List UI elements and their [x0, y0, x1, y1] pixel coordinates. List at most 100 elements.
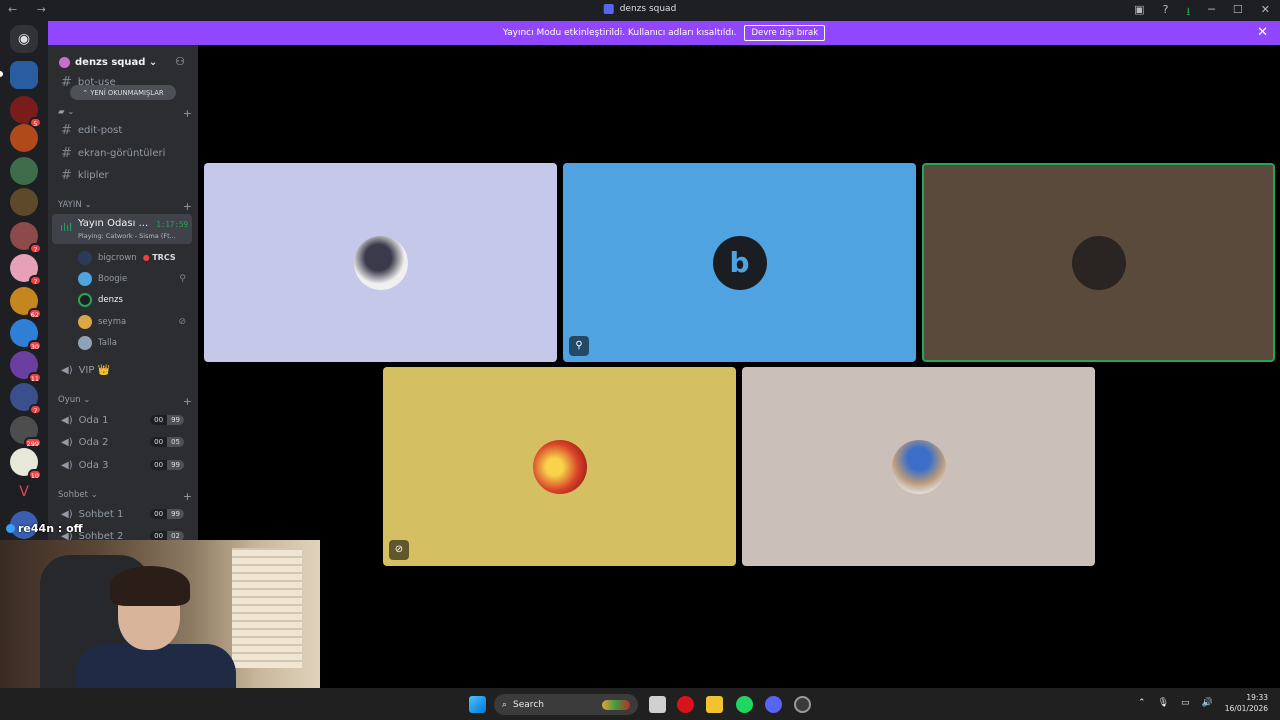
monitor-icon[interactable]: ▭: [1181, 698, 1190, 708]
server-icon: [59, 56, 70, 68]
background-window: [232, 548, 302, 668]
chevron-up-icon[interactable]: ⌃: [1138, 698, 1146, 708]
search-highlight-icon: [602, 699, 630, 710]
stream-icon: ⚲: [179, 273, 186, 284]
mute-icon: ⊘: [389, 540, 409, 560]
invite-icon[interactable]: ⚇: [175, 55, 185, 68]
disable-streamer-mode-button[interactable]: Devre dışı bırak: [744, 25, 826, 41]
discord-icon[interactable]: [765, 696, 782, 713]
add-channel-icon[interactable]: +: [183, 200, 192, 213]
system-tray: ⌃ 🎙 ▭ 🔊 19:33 16/01/2026: [1138, 692, 1268, 714]
user-name: Boogie: [98, 273, 128, 284]
taskbar-search[interactable]: ⌕ Search: [494, 694, 638, 715]
channel-klipler[interactable]: # klipler: [56, 165, 194, 185]
close-banner-icon[interactable]: ✕: [1257, 25, 1268, 40]
guild-icon[interactable]: [10, 124, 38, 152]
channel-sidebar: denzs squad ⌄ ⚇ # bot-use ⌃ YENİ OKUNMAMI…: [48, 45, 198, 540]
close-window-icon[interactable]: ✕: [1261, 3, 1270, 22]
spotify-icon[interactable]: [736, 696, 753, 713]
voice-channel-vip[interactable]: ◀) VIP 👑: [56, 360, 194, 380]
voice-channel-sohbet-1[interactable]: ◀) Sohbet 1 00 99: [56, 504, 194, 524]
add-channel-icon[interactable]: +: [183, 107, 192, 120]
avatar: [78, 250, 92, 265]
channel-label: Sohbet 2: [78, 530, 124, 541]
help-icon[interactable]: ?: [1163, 3, 1169, 22]
guild-icon[interactable]: 7: [10, 254, 42, 286]
participant-tile[interactable]: ⊘: [383, 367, 736, 566]
participant-tile[interactable]: [204, 163, 557, 362]
channel-edit-post[interactable]: # edit-post: [56, 120, 194, 140]
add-channel-icon[interactable]: +: [183, 395, 192, 408]
search-icon: ⌕: [502, 699, 508, 710]
voice-channel-yayin-odasi[interactable]: ılıl Yayın Odası ... 1:17:59 Playing: Ca…: [52, 214, 192, 244]
new-unread-button[interactable]: ⌃ YENİ OKUNMAMIŞLAR: [70, 85, 176, 100]
maximize-icon[interactable]: ☐: [1233, 3, 1243, 22]
voice-user[interactable]: seyma ⊘: [78, 312, 192, 331]
task-view-icon[interactable]: [649, 696, 666, 713]
guild-icon[interactable]: [10, 188, 38, 216]
voice-activity: Playing: Catwork - Sisma (Ft...: [78, 232, 176, 240]
guild-badge: 299: [23, 437, 42, 448]
windows-taskbar: ⌕ Search ⌃ 🎙 ▭ 🔊 19:33 16/01/2026: [0, 688, 1280, 720]
channel-label: klipler: [77, 169, 109, 181]
guild-icon[interactable]: 7: [10, 383, 42, 415]
app-icon[interactable]: [794, 696, 811, 713]
microphone-icon[interactable]: 🎙: [1158, 698, 1169, 708]
guild-icon[interactable]: V: [10, 478, 38, 506]
voice-timer: 1:17:59: [156, 220, 188, 229]
windows-start-icon[interactable]: [469, 696, 486, 713]
channel-ekran-goruntuleri[interactable]: # ekran-görüntüleri: [56, 143, 194, 163]
category-oyun[interactable]: Oyun ⌄ +: [58, 395, 192, 408]
channel-label: VIP 👑: [78, 364, 111, 376]
category-folder[interactable]: ▰ ⌄ +: [58, 107, 192, 120]
minimize-icon[interactable]: ─: [1208, 3, 1215, 22]
status-dot-icon: [6, 524, 15, 533]
folder-icon: ▰ ⌄: [58, 107, 75, 117]
user-tag: ● TRCS: [142, 253, 176, 262]
avatar: [1071, 235, 1126, 290]
voice-channel-oda-2[interactable]: ◀) Oda 2 00 05: [56, 432, 194, 452]
guild-icon[interactable]: [10, 61, 38, 89]
voice-user[interactable]: bigcrown ● TRCS: [78, 248, 192, 267]
file-explorer-icon[interactable]: [706, 696, 723, 713]
system-clock[interactable]: 19:33 16/01/2026: [1225, 692, 1268, 714]
voice-user[interactable]: Talla: [78, 333, 192, 352]
guild-icon[interactable]: 7: [10, 222, 42, 254]
guild-icon[interactable]: [10, 157, 38, 185]
category-sohbet[interactable]: Sohbet ⌄ +: [58, 490, 192, 503]
inbox-icon[interactable]: ▣: [1134, 3, 1144, 22]
add-channel-icon[interactable]: +: [183, 490, 192, 503]
user-limit: 00 99: [150, 460, 184, 470]
avatar: [353, 235, 408, 290]
volume-icon[interactable]: 🔊: [1202, 698, 1213, 708]
guild-icon[interactable]: 10: [10, 448, 42, 480]
guild-icon[interactable]: 299: [10, 416, 42, 448]
discord-home-icon[interactable]: ◉: [10, 25, 38, 53]
avatar: [78, 314, 92, 329]
voice-channel-oda-3[interactable]: ◀) Oda 3 00 99: [56, 455, 194, 475]
clock-date: 16/01/2026: [1224, 704, 1268, 713]
nav-arrows[interactable]: ← →: [8, 3, 54, 16]
channel-label: edit-post: [77, 124, 123, 136]
overlay-text: re44n : off: [18, 522, 83, 535]
voice-user[interactable]: Boogie ⚲: [78, 269, 192, 288]
server-name: denzs squad ⌄: [75, 56, 158, 68]
guild-icon[interactable]: 62: [10, 287, 42, 319]
download-icon[interactable]: ⭳: [1186, 3, 1190, 22]
guild-icon[interactable]: 11: [10, 351, 42, 383]
category-yayin[interactable]: YAYIN ⌄ +: [58, 200, 192, 213]
user-name: Talla: [98, 337, 117, 348]
speaker-icon: ◀): [61, 508, 73, 520]
avatar: [78, 335, 92, 350]
voice-channel-oda-1[interactable]: ◀) Oda 1 00 99: [56, 410, 194, 430]
participant-tile[interactable]: b ⚲: [563, 163, 916, 362]
participant-tile-speaking[interactable]: [922, 163, 1275, 362]
window-controls: ▣ ? ⭳ ─ ☐ ✕: [1134, 3, 1270, 22]
participant-tile[interactable]: [742, 367, 1095, 566]
user-limit: 00 02: [150, 531, 184, 540]
opera-icon[interactable]: [677, 696, 694, 713]
speaker-icon: ◀): [61, 459, 73, 471]
guild-icon[interactable]: 5: [10, 96, 42, 128]
voice-user[interactable]: denzs: [78, 290, 192, 309]
guild-icon[interactable]: 30: [10, 319, 42, 351]
